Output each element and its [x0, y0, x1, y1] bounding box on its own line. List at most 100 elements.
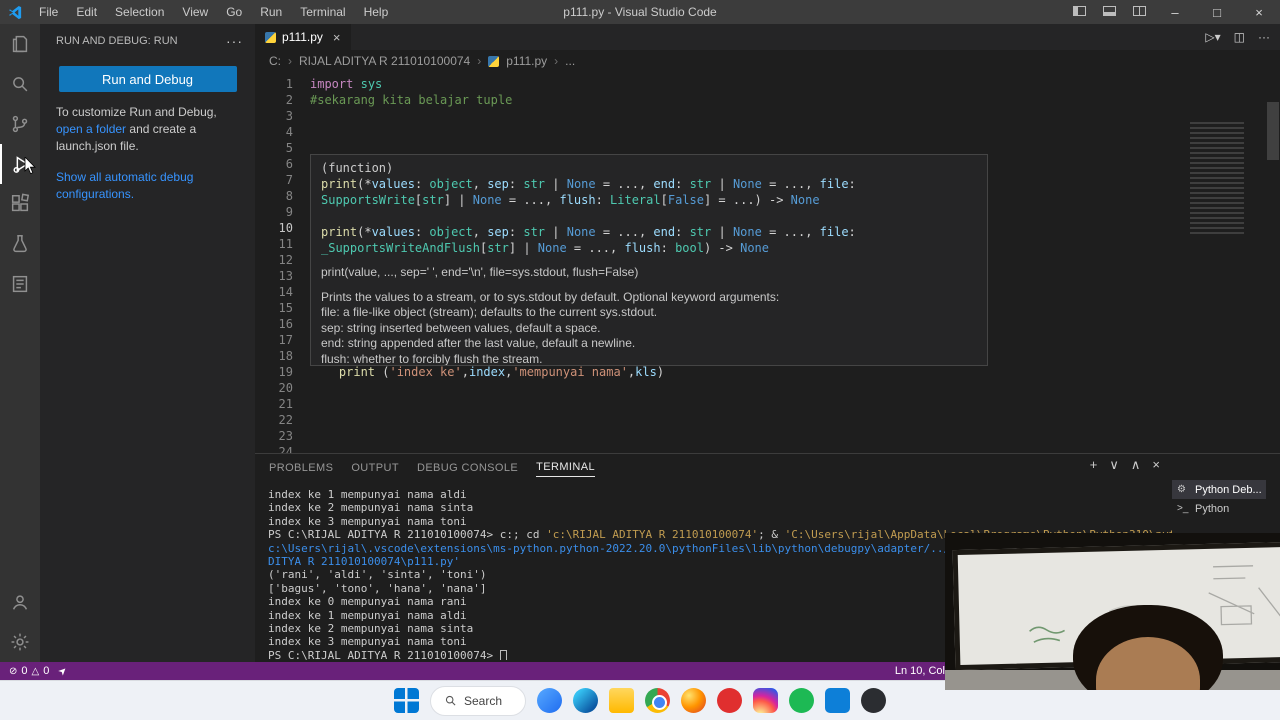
run-python-file-icon[interactable]: ▷▾	[1205, 30, 1220, 44]
gear-icon: ⚙	[1177, 484, 1186, 495]
tab-terminal[interactable]: TERMINAL	[536, 457, 595, 477]
taskbar-icon-firefox[interactable]	[681, 688, 706, 713]
warning-count: 0	[43, 665, 50, 677]
line-number: 23	[278, 429, 293, 443]
tab-p111[interactable]: p111.py ×	[255, 24, 352, 50]
open-folder-link[interactable]: open a folder	[56, 122, 126, 136]
testing-icon[interactable]	[0, 224, 40, 264]
tab-label: p111.py	[282, 30, 323, 44]
breadcrumb-folder[interactable]: RIJAL ADITYA R 211010100074	[299, 54, 470, 68]
breadcrumb-drive[interactable]: C:	[269, 54, 281, 68]
code-line: import sys	[310, 77, 383, 91]
search-label: Search	[464, 693, 503, 708]
hover-tooltip: (function) print(*values: object, sep: s…	[310, 154, 988, 366]
error-count: 0	[21, 665, 28, 677]
layout-customize-icon[interactable]	[1124, 5, 1154, 19]
breadcrumb-file[interactable]: p111.py	[506, 54, 547, 68]
taskbar-icon-chat[interactable]	[537, 688, 562, 713]
problems-status[interactable]: ⊘ 0 △ 0	[9, 665, 49, 677]
hover-signatures: print(*values: object, sep: str | None =…	[321, 176, 977, 256]
menu-help[interactable]: Help	[355, 0, 398, 24]
taskbar-icon-chrome[interactable]	[645, 688, 670, 713]
maximize-panel-icon[interactable]: ∧	[1131, 457, 1141, 473]
chevron-right-icon: ›	[288, 54, 292, 68]
tab-debug-console[interactable]: DEBUG CONSOLE	[417, 458, 518, 477]
menu-selection[interactable]: Selection	[106, 0, 173, 24]
terminal-list-label: Python Deb...	[1195, 483, 1262, 496]
terminal-line: index ke 1 mempunyai nama aldi	[268, 488, 467, 501]
line-number: 5	[285, 141, 293, 155]
panel-actions: + ∨ ∧ ×	[1090, 457, 1160, 473]
references-icon[interactable]	[0, 264, 40, 304]
minimap[interactable]	[1190, 122, 1244, 234]
terminal-list-item[interactable]: >_ Python	[1172, 499, 1266, 518]
line-number: 10	[278, 221, 293, 235]
views-more-actions-icon[interactable]: ···	[226, 33, 243, 49]
search-icon[interactable]	[0, 64, 40, 104]
editor-scrollbar[interactable]	[1267, 102, 1279, 160]
line-number: 4	[285, 125, 293, 139]
warning-icon: △	[31, 665, 40, 677]
show-debug-configs-link[interactable]: Show all automatic debug configurations.	[56, 169, 216, 203]
taskbar-icon-app-red[interactable]	[717, 688, 742, 713]
cursor-position[interactable]: Ln 10, Col	[895, 665, 945, 677]
debug-launch-icon[interactable]: ➤	[57, 664, 71, 678]
account-icon[interactable]	[0, 582, 40, 622]
chevron-right-icon: ›	[477, 54, 482, 68]
tab-problems[interactable]: PROBLEMS	[269, 458, 333, 477]
windows-start-icon[interactable]	[394, 688, 419, 713]
terminal-line: index ke 3 mempunyai nama toni	[268, 514, 467, 528]
run-and-debug-button[interactable]: Run and Debug	[58, 66, 237, 92]
terminal-dropdown-icon[interactable]: ∨	[1109, 457, 1119, 473]
hover-doc-line: print(value, ..., sep=' ', end='\n', fil…	[321, 265, 639, 279]
menu-go[interactable]: Go	[217, 0, 251, 24]
taskbar-icon-instagram[interactable]	[753, 688, 778, 713]
explorer-icon[interactable]	[0, 24, 40, 64]
code-area[interactable]: 1 2 3 4 5 6 7 8 9 10 11 12 13 14 15 16 17 18 19 20 21 22 23 24 …	[255, 72, 1280, 453]
code-line: #sekarang kita belajar tuple	[310, 93, 513, 107]
webcam-overlay	[945, 533, 1280, 690]
split-editor-icon[interactable]: ◫	[1234, 30, 1245, 44]
activity-bar	[0, 24, 40, 662]
toggle-panel-icon[interactable]	[1094, 5, 1124, 19]
editor-actions: ▷▾ ◫ ···	[1205, 26, 1270, 48]
taskbar-search[interactable]: Search	[430, 685, 526, 716]
terminal-list: ⚙ Python Deb... >_ Python	[1172, 480, 1266, 518]
line-number: 9	[285, 205, 293, 219]
breadcrumb-symbol[interactable]: ...	[565, 54, 575, 68]
close-button[interactable]: ×	[1238, 0, 1280, 24]
editor-more-actions-icon[interactable]: ···	[1258, 30, 1270, 44]
maximize-button[interactable]: □	[1196, 0, 1238, 24]
taskbar-icon-edge[interactable]	[573, 688, 598, 713]
menu-file[interactable]: File	[30, 0, 67, 24]
taskbar-icon-spotify[interactable]	[789, 688, 814, 713]
line-number: 7	[285, 173, 293, 187]
hover-doc-line: Prints the values to a stream, or to sys…	[321, 289, 780, 304]
line-number: 15	[278, 301, 293, 315]
settings-gear-icon[interactable]	[0, 622, 40, 662]
taskbar-icon-explorer[interactable]	[609, 688, 634, 713]
menu-edit[interactable]: Edit	[67, 0, 106, 24]
source-control-icon[interactable]	[0, 104, 40, 144]
tab-close-icon[interactable]: ×	[333, 30, 341, 45]
tab-output[interactable]: OUTPUT	[351, 458, 399, 477]
toggle-sidebar-icon[interactable]	[1064, 5, 1094, 19]
hover-signature: print(*values: object, sep: str | None =…	[321, 225, 863, 255]
menu-view[interactable]: View	[173, 0, 217, 24]
new-terminal-icon[interactable]: +	[1090, 457, 1098, 473]
menu-run[interactable]: Run	[251, 0, 291, 24]
line-number: 21	[278, 397, 293, 411]
hover-docs: print(value, ..., sep=' ', end='\n', fil…	[321, 265, 977, 365]
taskbar-apps	[537, 688, 886, 713]
close-panel-icon[interactable]: ×	[1152, 457, 1160, 473]
minimize-button[interactable]: –	[1154, 0, 1196, 24]
breadcrumb: C: › RIJAL ADITYA R 211010100074 › p111.…	[255, 50, 1280, 72]
menu-terminal[interactable]: Terminal	[291, 0, 354, 24]
search-icon	[445, 695, 456, 706]
taskbar-icon-vscode[interactable]	[825, 688, 850, 713]
python-icon	[265, 31, 276, 43]
terminal-list-item[interactable]: ⚙ Python Deb...	[1172, 480, 1266, 499]
taskbar-icon-discord[interactable]	[861, 688, 886, 713]
extensions-icon[interactable]	[0, 184, 40, 224]
